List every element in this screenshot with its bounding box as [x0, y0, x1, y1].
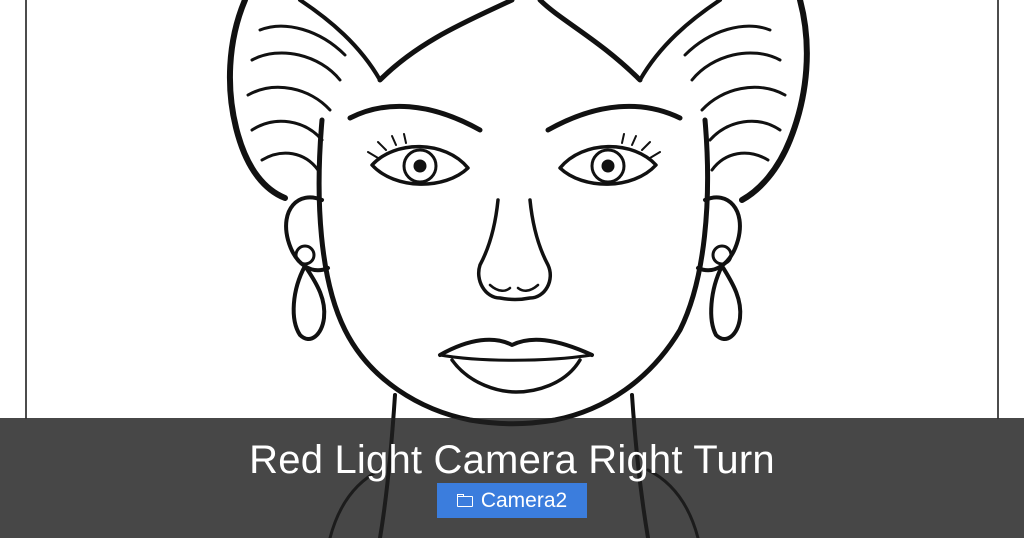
folder-icon	[456, 494, 473, 507]
category-badge[interactable]: Camera2	[437, 483, 587, 518]
category-label: Camera2	[480, 488, 568, 512]
post-title[interactable]: Red Light Camera Right Turn	[0, 438, 1024, 482]
featured-image-card: Red Light Camera Right Turn Camera2	[0, 0, 1024, 538]
